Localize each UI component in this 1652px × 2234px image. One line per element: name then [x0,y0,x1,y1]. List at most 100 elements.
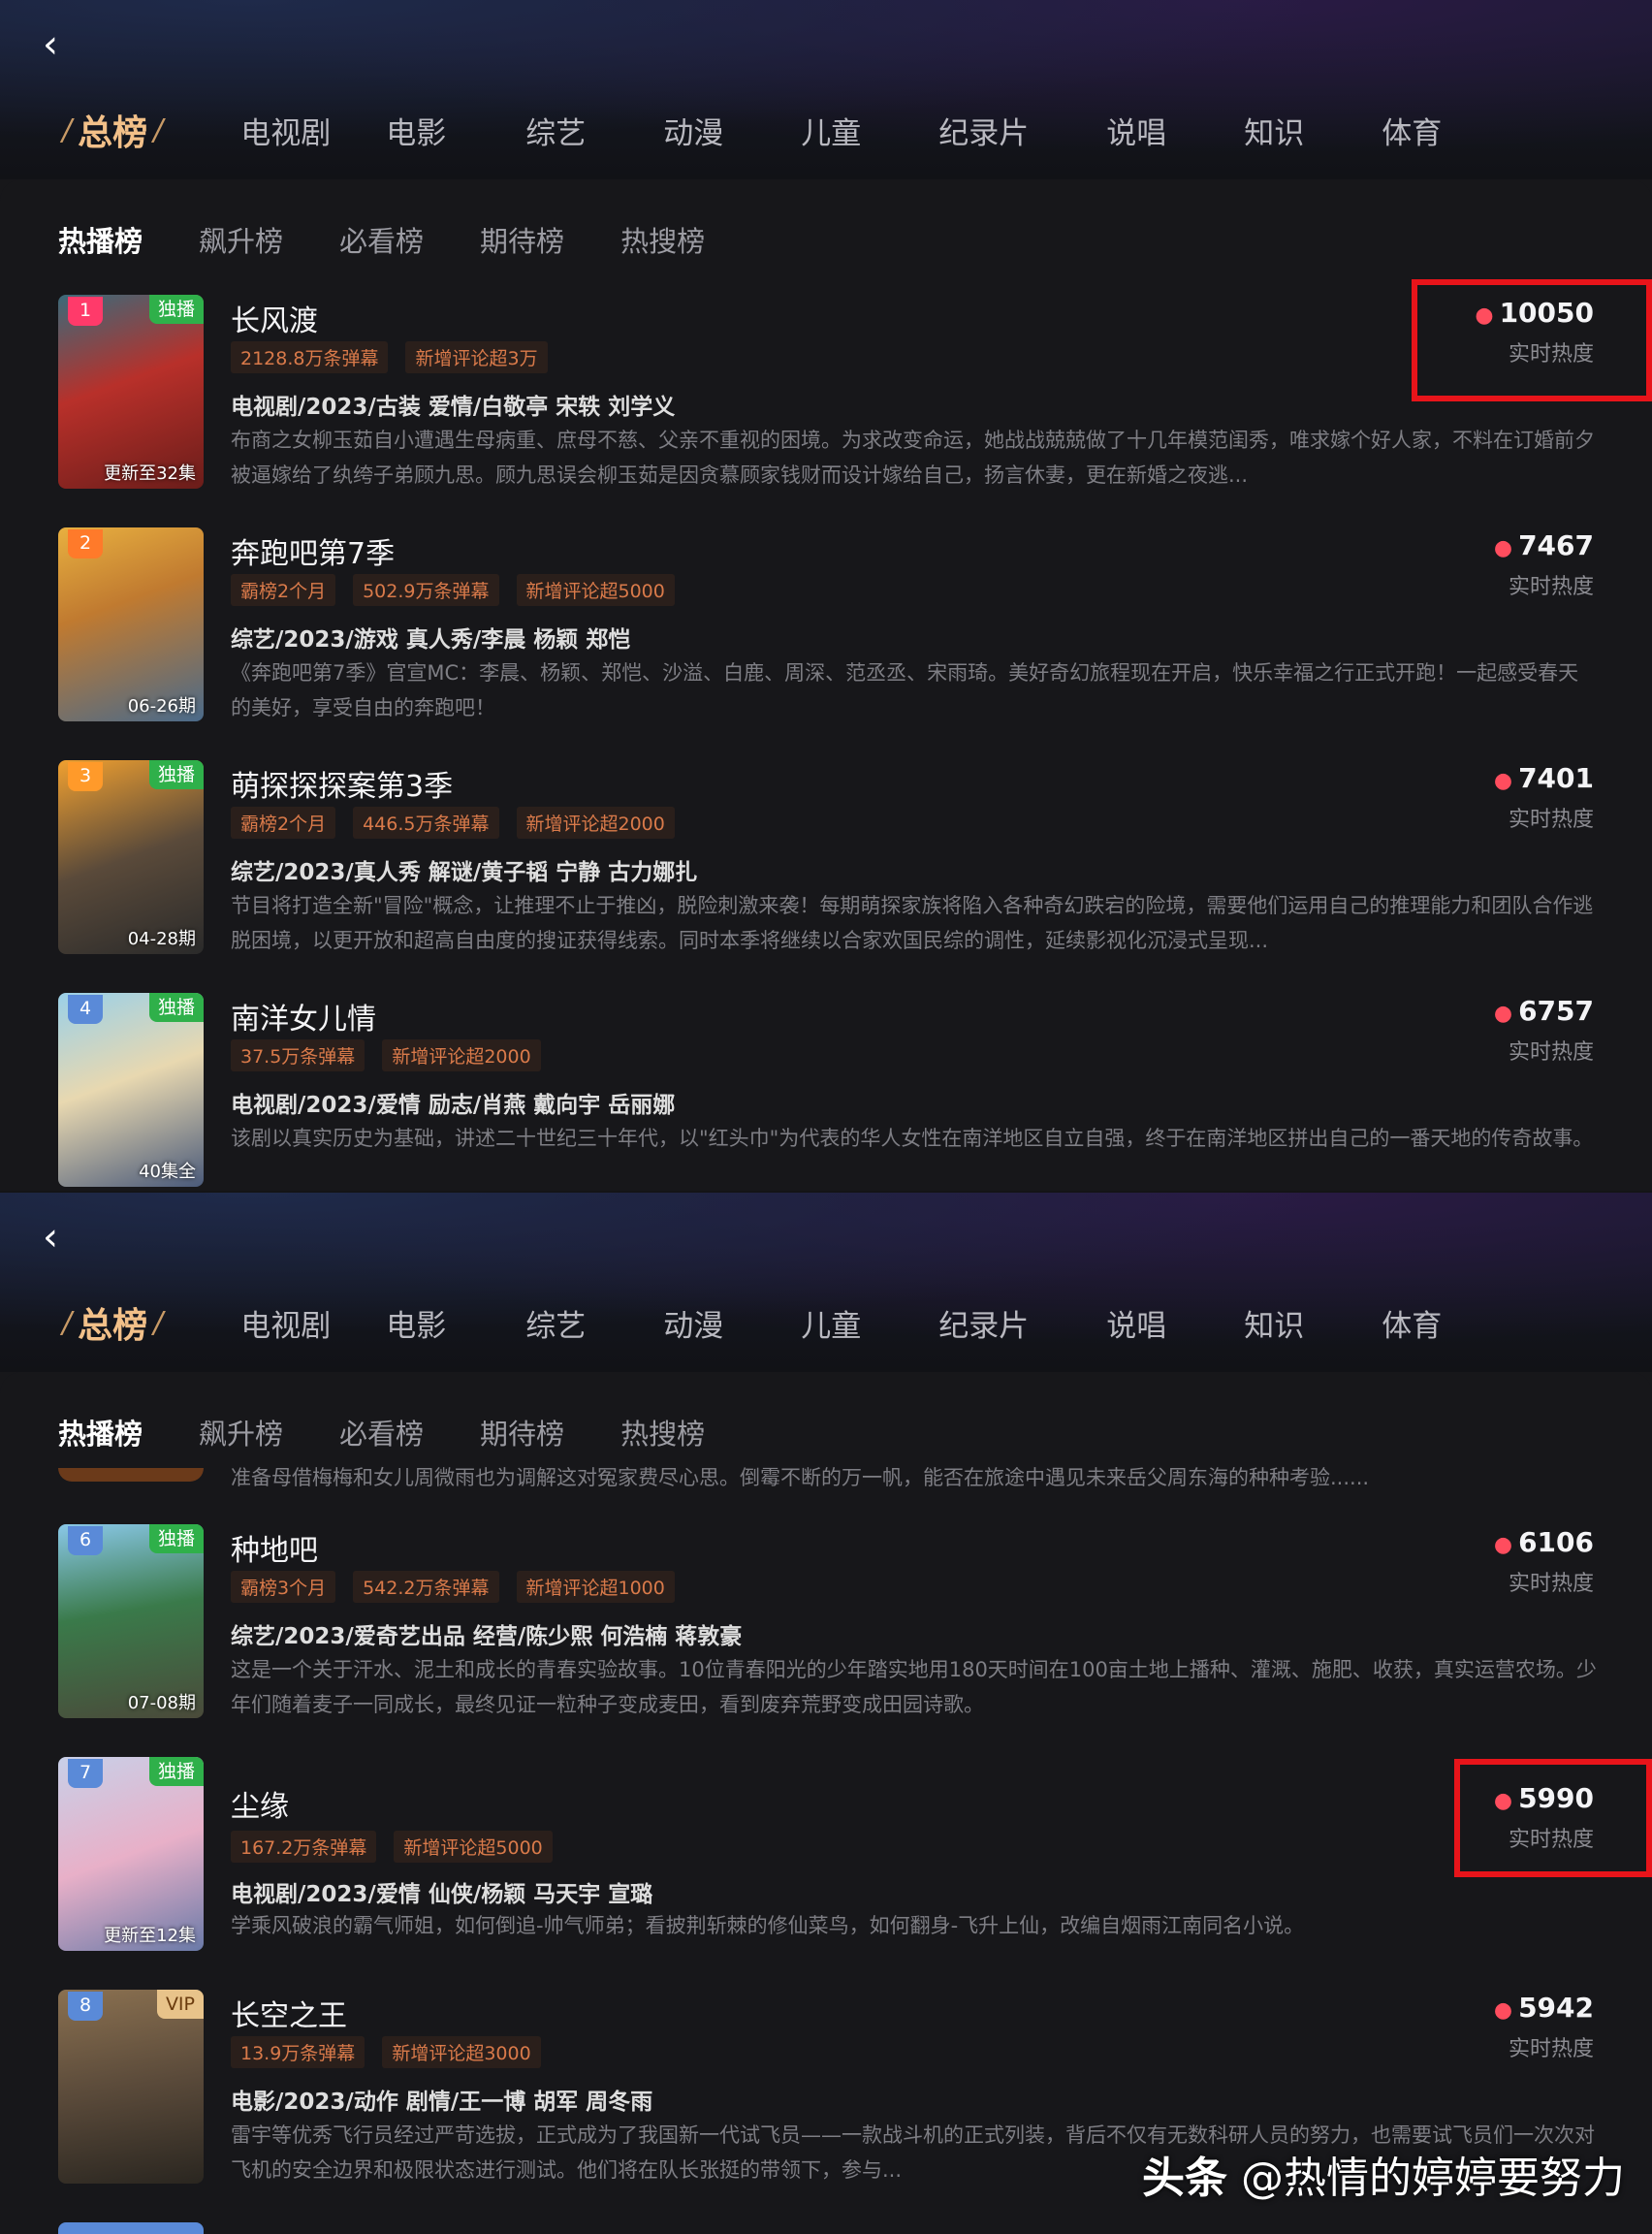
tab-sports[interactable]: 体育 [1382,109,1442,152]
badge: 霸榜2个月 [231,574,336,606]
back-chevron-icon[interactable]: ‹ [43,1218,72,1257]
item-title[interactable]: 奔跑吧第7季 [231,529,395,572]
exclusive-tag: 独播 [148,760,204,789]
exclusive-tag: 独播 [148,1757,204,1786]
back-chevron-icon[interactable]: ‹ [43,25,72,64]
tab-movie[interactable]: 电影 [386,109,446,152]
item-title[interactable]: 长空之王 [231,1992,347,2034]
exclusive-tag: 独播 [148,1524,204,1553]
rank-badge: 1 [68,297,103,326]
item-title[interactable]: 萌探探探案第3季 [231,762,453,805]
subtab-anticipated[interactable]: 期待榜 [480,1412,564,1452]
poster-image[interactable]: 4 独播 40集全 [58,993,204,1187]
badge: 167.2万条弹幕 [231,1831,377,1863]
tab-anime[interactable]: 动漫 [663,109,723,152]
item-title[interactable]: 种地吧 [231,1526,318,1569]
tab-all[interactable]: 总榜 [78,105,147,155]
subtab-hot-search[interactable]: 热搜榜 [620,1412,705,1452]
watermark: 头条 @热情的婷婷要努力 [1142,2143,1625,2205]
poster-image[interactable]: 8 VIP [58,1990,204,2184]
list-item[interactable]: 2 06-26期 奔跑吧第7季 霸榜2个月 502.9万条弹幕 新增评论超500… [0,527,1652,721]
heat-label: 实时热度 [1508,1572,1594,1596]
watermark-brand: 头条 [1142,2154,1227,2203]
highlight-box [1454,1759,1652,1877]
tab-documentary[interactable]: 纪录片 [938,1301,1029,1345]
badge-row: 13.9万条弹幕 新增评论超3000 [231,2036,558,2068]
tab-tv[interactable]: 电视剧 [240,109,331,152]
list-item[interactable]: 7 独播 更新至12集 尘缘 167.2万条弹幕 新增评论超5000 电视剧/2… [0,1757,1652,1951]
flame-icon: ● [1493,1533,1513,1557]
poster-image[interactable]: 3 独播 04-28期 [58,760,204,954]
item-meta: 电视剧/2023/爱情 仙侠/杨颖 马天宇 宣璐 [231,1882,653,1907]
tab-documentary[interactable]: 纪录片 [938,109,1029,152]
badge: 新增评论超1000 [516,1571,675,1603]
subtab-hot-play[interactable]: 热播榜 [58,219,143,260]
subtab-rising[interactable]: 飙升榜 [199,1412,283,1452]
tab-movie[interactable]: 电影 [386,1301,446,1345]
episode-label: 04-28期 [127,929,196,949]
subtabs: 热播榜 飙升榜 必看榜 期待榜 热搜榜 [58,219,761,260]
item-description: 布商之女柳玉茹自小遭遇生母病重、庶母不慈、父亲不重视的困境。为求改变命运，她战战… [231,429,1595,487]
category-tabs: / 总榜 / 电视剧 电影 综艺 动漫 儿童 纪录片 说唱 知识 体育 [56,105,1442,155]
tab-knowledge[interactable]: 知识 [1244,1301,1304,1345]
tab-all[interactable]: 总榜 [78,1297,147,1348]
subtab-hot-search[interactable]: 热搜榜 [620,219,705,260]
exclusive-tag: 独播 [148,295,204,324]
screenshot-root: ‹ / 总榜 / 电视剧 电影 综艺 动漫 儿童 纪录片 说唱 知识 体育 热播… [0,0,1652,2234]
list-item[interactable]: 1 独播 更新至32集 长风渡 2128.8万条弹幕 新增评论超3万 电视剧/2… [0,295,1652,489]
subtab-rising[interactable]: 飙升榜 [199,219,283,260]
highlight-box [1412,279,1652,401]
flame-icon: ● [1493,769,1513,793]
flame-icon: ● [1493,1002,1513,1026]
poster-image[interactable]: 2 06-26期 [58,527,204,721]
flame-icon: ● [1493,1998,1513,2023]
item-title[interactable]: 尘缘 [231,1782,289,1825]
subtab-anticipated[interactable]: 期待榜 [480,219,564,260]
item-meta: 电视剧/2023/古装 爱情/白敬亭 宋轶 刘学义 [231,395,676,420]
tab-variety[interactable]: 综艺 [525,1301,586,1345]
badge-row: 霸榜2个月 502.9万条弹幕 新增评论超5000 [231,574,692,606]
partial-list-item: 准备母借梅梅和女儿周微雨也为调解这对冤家费尽心思。倒霉不断的万一帆，能否在旅途中… [0,1466,1652,1495]
list-item[interactable]: 3 独播 04-28期 萌探探探案第3季 霸榜2个月 446.5万条弹幕 新增评… [0,760,1652,954]
badge-row: 霸榜3个月 542.2万条弹幕 新增评论超1000 [231,1571,692,1603]
tab-variety[interactable]: 综艺 [525,109,586,152]
heat-value: 5942 [1518,1992,1594,2024]
badge: 542.2万条弹幕 [353,1571,499,1603]
poster-image[interactable]: 6 独播 07-08期 [58,1524,204,1718]
tab-sports[interactable]: 体育 [1382,1301,1442,1345]
tab-rap[interactable]: 说唱 [1106,109,1166,152]
item-description: 这是一个关于汗水、泥土和成长的青春实验故事。10位青春阳光的少年踏实地用180天… [231,1658,1597,1716]
tab-rap[interactable]: 说唱 [1106,1301,1166,1345]
item-meta: 电影/2023/动作 剧情/王一博 胡军 周冬雨 [231,2090,653,2115]
subtab-hot-play[interactable]: 热播榜 [58,1412,143,1452]
tab-anime[interactable]: 动漫 [663,1301,723,1345]
heat-value: 6106 [1518,1526,1594,1558]
subtab-must-watch[interactable]: 必看榜 [339,1412,424,1452]
subtabs: 热播榜 飙升榜 必看榜 期待榜 热搜榜 [58,1412,761,1452]
flame-icon: ● [1493,536,1513,560]
tab-tv[interactable]: 电视剧 [240,1301,331,1345]
heat-score: ● 6106 实时热度 [1494,1526,1594,1597]
badge: 霸榜2个月 [231,807,336,839]
episode-label: 06-26期 [127,696,196,717]
subtab-must-watch[interactable]: 必看榜 [339,219,424,260]
badge: 新增评论超5000 [394,1831,553,1863]
rank-badge: 8 [68,1992,103,2021]
vip-tag: VIP [156,1990,204,2019]
tab-kids[interactable]: 儿童 [801,1301,861,1345]
slash-decoration-icon: / [153,112,164,147]
item-title[interactable]: 南洋女儿情 [231,995,376,1037]
badge: 2128.8万条弹幕 [231,341,389,373]
tab-knowledge[interactable]: 知识 [1244,109,1304,152]
category-tabs: / 总榜 / 电视剧 电影 综艺 动漫 儿童 纪录片 说唱 知识 体育 [56,1297,1442,1348]
poster-image[interactable]: 1 独播 更新至32集 [58,295,204,489]
poster-image[interactable]: 7 独播 更新至12集 [58,1757,204,1951]
list-item[interactable]: 4 独播 40集全 南洋女儿情 37.5万条弹幕 新增评论超2000 电视剧/2… [0,993,1652,1187]
list-item[interactable]: 6 独播 07-08期 种地吧 霸榜3个月 542.2万条弹幕 新增评论超100… [0,1524,1652,1718]
episode-label: 07-08期 [127,1693,196,1713]
slash-decoration-icon: / [153,1305,164,1340]
heat-score: ● 7401 实时热度 [1494,762,1594,833]
item-title[interactable]: 长风渡 [231,297,318,339]
tab-kids[interactable]: 儿童 [801,109,861,152]
badge: 新增评论超2000 [516,807,675,839]
